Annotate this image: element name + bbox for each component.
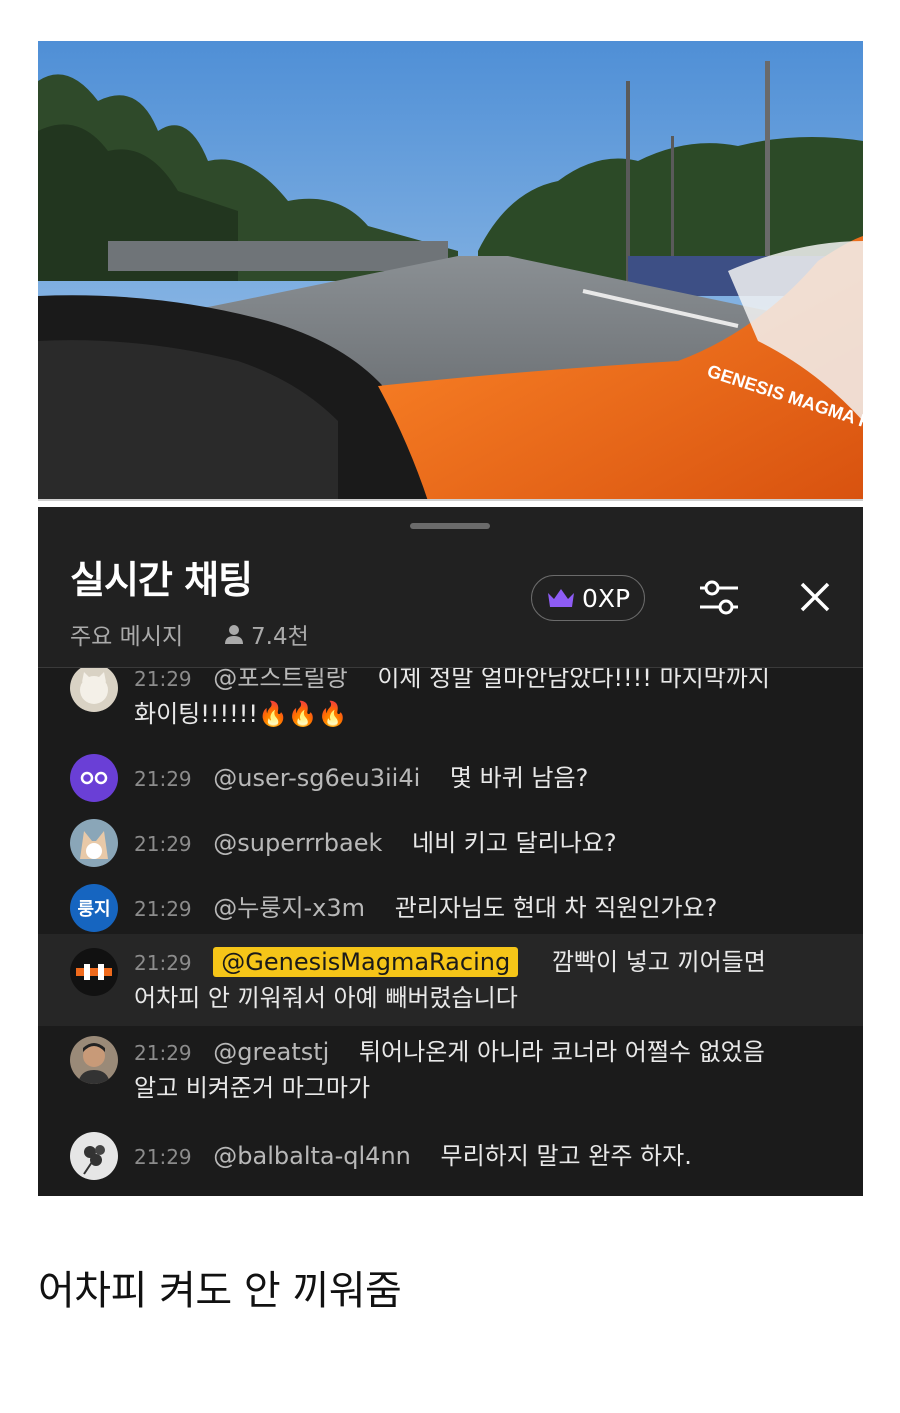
video-frame-illustration: GENESIS MAGMA RACING [38,41,863,501]
post-caption: 어차피 켜도 안 끼워줌 [38,1268,402,1314]
chat-message-owner[interactable]: 21:29 @GenesisMagmaRacing 깜빡이 넣고 끼어들면 어차… [38,934,863,1026]
message-text-continued: 화이팅!!!!!!🔥🔥🔥 [134,700,348,728]
message-text: 깜빡이 넣고 끼어들면 [551,948,766,976]
sliders-icon [700,580,738,615]
drag-handle[interactable] [410,523,490,529]
chat-message[interactable]: 룽지 21:29 @누룽지-x3m 관리자님도 현대 차 직원인가요? [38,880,863,936]
person-avatar [70,1036,118,1084]
message-author[interactable]: @누룽지-x3m [213,894,365,922]
live-chat-panel: 실시간 채팅 주요 메시지 7.4천 0XP 21:29 @포스트릴랑 이제 정… [38,507,863,1196]
message-author[interactable]: @superrrbaek [213,829,382,857]
chat-message-list[interactable]: 21:29 @포스트릴랑 이제 정말 얼마안남았다!!!! 마지막까지 화이팅!… [38,668,863,1196]
message-text-continued: 어차피 안 끼워줘서 아예 빼버렸습니다 [134,984,518,1012]
chat-message[interactable]: 21:29 @포스트릴랑 이제 정말 얼마안남았다!!!! 마지막까지 화이팅!… [38,668,863,734]
message-time: 21:29 [134,668,192,691]
chat-message[interactable]: 21:29 @superrrbaek 네비 키고 달리나요? [38,815,863,871]
chat-message[interactable]: 21:29 @greatstj 튀어나온게 아니라 코너라 어쩔수 없었음 알고… [38,1034,863,1118]
message-text: 무리하지 말고 완주 하자. [440,1142,692,1170]
message-author[interactable]: @포스트릴랑 [213,668,347,692]
message-time: 21:29 [134,1145,192,1169]
text-avatar: 룽지 [70,884,118,932]
message-text-continued: 알고 비켜준거 마그마가 [134,1074,371,1102]
chat-message[interactable]: 21:29 @user-sg6eu3ii4i 몇 바퀴 남음? [38,750,863,806]
close-icon [800,582,830,612]
message-time: 21:29 [134,1041,192,1065]
xp-label: 0XP [581,583,631,613]
chat-header: 실시간 채팅 주요 메시지 7.4천 0XP [38,507,863,668]
purple-eyes-avatar [70,754,118,802]
message-time: 21:29 [134,951,192,975]
message-text: 관리자님도 현대 차 직원인가요? [394,894,718,922]
close-chat-button[interactable] [795,577,835,617]
chat-filter-button[interactable] [694,575,744,621]
message-text: 몇 바퀴 남음? [449,764,589,792]
chat-message[interactable]: 21:29 @balbalta-ql4nn 무리하지 말고 완주 하자. [38,1128,863,1184]
cat-avatar [70,668,118,712]
team-logo-avatar [70,948,118,996]
viewer-count-value: 7.4천 [251,624,309,650]
crown-icon [547,589,574,607]
message-time: 21:29 [134,897,192,921]
message-author[interactable]: @user-sg6eu3ii4i [213,764,420,792]
viewer-count: 7.4천 [223,617,309,651]
chat-title: 실시간 채팅 [70,558,253,602]
channel-owner-badge[interactable]: @GenesisMagmaRacing [213,947,519,977]
message-author[interactable]: @greatstj [213,1038,329,1066]
message-author[interactable]: @balbalta-ql4nn [213,1142,411,1170]
onboard-video[interactable]: GENESIS MAGMA RACING [38,41,863,501]
person-icon [225,625,243,644]
fox-avatar [70,819,118,867]
chat-mode-selector[interactable]: 주요 메시지 [70,617,183,651]
message-time: 21:29 [134,832,192,856]
flower-avatar [70,1132,118,1180]
message-text: 이제 정말 얼마안남았다!!!! 마지막까지 [377,668,770,692]
xp-button[interactable]: 0XP [531,575,645,621]
message-text: 튀어나온게 아니라 코너라 어쩔수 없었음 [358,1038,765,1066]
message-text: 네비 키고 달리나요? [412,829,617,857]
message-time: 21:29 [134,767,192,791]
